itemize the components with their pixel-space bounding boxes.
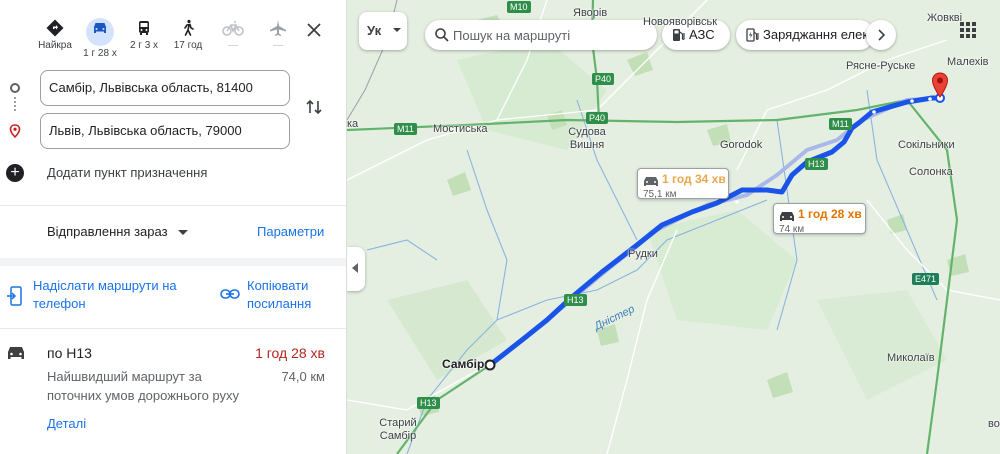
departure-time-dropdown[interactable]: Відправлення зараз xyxy=(47,224,188,239)
copy-link-label: Копіювати посилання xyxy=(247,278,312,311)
layer-label: Ук xyxy=(367,23,382,38)
mode-bike[interactable]: — xyxy=(211,14,255,60)
section-divider xyxy=(0,258,346,266)
ev-charging-chip[interactable]: Заряджання електромобілів xyxy=(736,20,874,50)
primary-route-distance: 74 км xyxy=(779,224,805,235)
language-layer-button[interactable]: Ук xyxy=(359,12,407,50)
close-icon xyxy=(307,23,321,37)
place-label: Старий Самбір xyxy=(379,417,417,442)
gas-station-icon xyxy=(673,29,685,41)
plane-icon xyxy=(270,20,286,36)
route-description: Найшвидший маршрут за поточних умов доро… xyxy=(47,369,239,403)
details-link[interactable]: Деталі xyxy=(47,416,86,431)
ev-chip-label: Заряджання електромобілів xyxy=(763,27,874,42)
mode-flight[interactable]: — xyxy=(256,14,300,60)
road-shield: H13 xyxy=(805,158,828,170)
place-label: Рясне-Руське xyxy=(846,60,916,72)
add-icon: + xyxy=(6,164,24,182)
collapse-panel-button[interactable] xyxy=(347,247,365,291)
chevron-right-icon xyxy=(878,29,886,41)
place-label: Судова Вишня xyxy=(568,126,606,151)
search-along-route-input[interactable]: Пошук на маршруті xyxy=(425,20,657,50)
chevron-left-icon xyxy=(352,263,358,273)
mode-car[interactable]: 1 г 28 х xyxy=(78,14,122,60)
primary-route-time: 1 год 28 хв xyxy=(798,207,862,221)
ev-charging-icon xyxy=(746,28,759,42)
road-shield: M11 xyxy=(394,123,417,135)
bus-icon xyxy=(139,21,149,35)
road-shield: P40 xyxy=(592,73,615,85)
travel-mode-bar: Найкра 1 г 28 х 2 г 3 х 17 год — — xyxy=(0,0,346,66)
mode-best[interactable]: Найкра xyxy=(33,14,77,60)
swap-icon xyxy=(306,99,322,115)
origin-input[interactable]: Самбір, Львівська область, 81400 xyxy=(40,70,290,106)
road-shield: M10 xyxy=(507,1,531,13)
place-label: во xyxy=(988,418,1000,430)
place-label: Мостиська xyxy=(433,123,488,135)
road-shield: H13 xyxy=(564,294,587,306)
place-label: Солонка xyxy=(909,166,953,178)
mode-car-highlight xyxy=(86,18,114,46)
divider xyxy=(0,205,346,206)
place-label: Малехів xyxy=(947,56,989,68)
bike-icon xyxy=(222,21,244,36)
place-label: Миколаїв xyxy=(887,352,935,364)
place-label: Жовкві xyxy=(927,12,963,24)
chevron-down-icon xyxy=(393,28,401,32)
best-route-icon xyxy=(46,19,64,37)
destination-input[interactable]: Львів, Львівська область, 79000 xyxy=(40,113,290,149)
road-shield: H13 xyxy=(417,397,440,409)
place-label: Gorodok xyxy=(720,139,763,151)
destination-pin-icon xyxy=(9,124,21,138)
walk-icon xyxy=(184,19,194,36)
chevron-down-icon xyxy=(177,230,188,236)
mode-label: — xyxy=(228,40,238,51)
alt-route-time: 1 год 34 хв xyxy=(662,172,726,186)
mode-walk[interactable]: 17 год xyxy=(166,14,210,60)
mode-label: 1 г 28 х xyxy=(83,48,117,59)
mode-label: 17 год xyxy=(173,40,203,51)
options-button[interactable]: Параметри xyxy=(257,224,324,239)
route-via: по Н13 xyxy=(47,345,92,361)
mode-label: Найкра xyxy=(38,40,72,51)
origin-dot-icon xyxy=(10,83,20,93)
swap-button[interactable] xyxy=(303,96,325,118)
send-to-phone-label: Надіслати маршрути на телефон xyxy=(33,278,177,311)
route-connector xyxy=(14,97,16,111)
alt-route-distance: 75,1 км xyxy=(643,189,677,200)
car-icon xyxy=(94,23,106,33)
directions-panel: Найкра 1 г 28 х 2 г 3 х 17 год — — Самбі… xyxy=(0,0,347,454)
mode-transit[interactable]: 2 г 3 х xyxy=(122,14,166,60)
mode-label: — xyxy=(273,40,283,51)
add-destination-label: Додати пункт призначення xyxy=(47,165,208,180)
place-label: Сокільники xyxy=(898,139,955,151)
car-icon xyxy=(644,177,658,186)
chips-next-button[interactable] xyxy=(866,20,896,50)
primary-route-bubble[interactable]: 1 год 28 хв 74 км xyxy=(773,203,866,235)
search-placeholder: Пошук на маршруті xyxy=(453,28,571,43)
place-label: ка xyxy=(347,118,359,130)
route-option[interactable]: по Н13 1 год 28 хв Найшвидший маршрут за… xyxy=(0,336,346,454)
send-to-phone-icon xyxy=(7,286,22,306)
place-label: Рудки xyxy=(628,248,658,260)
car-icon xyxy=(8,347,24,359)
link-icon xyxy=(220,289,240,299)
place-label: Яворів xyxy=(573,7,608,19)
road-shield: E471 xyxy=(912,273,940,285)
car-icon xyxy=(780,212,794,221)
road-shield: M11 xyxy=(829,118,852,130)
place-label: Новояворівськ xyxy=(643,16,718,28)
route-distance: 74,0 км xyxy=(281,369,325,384)
road-shield: P40 xyxy=(586,112,609,124)
close-directions-button[interactable] xyxy=(302,18,326,42)
alt-route-bubble[interactable]: 1 год 34 хв 75,1 км xyxy=(637,168,729,200)
divider xyxy=(0,328,346,329)
departure-label: Відправлення зараз xyxy=(47,224,168,239)
search-icon xyxy=(435,28,449,42)
map-view[interactable]: Ук Пошук на маршруті АЗС Заряджання елек… xyxy=(347,0,1000,454)
place-label: Самбір xyxy=(442,357,485,371)
mode-label: 2 г 3 х xyxy=(129,40,159,51)
route-duration: 1 год 28 хв xyxy=(255,345,325,361)
destination-pin-icon[interactable] xyxy=(931,72,949,98)
